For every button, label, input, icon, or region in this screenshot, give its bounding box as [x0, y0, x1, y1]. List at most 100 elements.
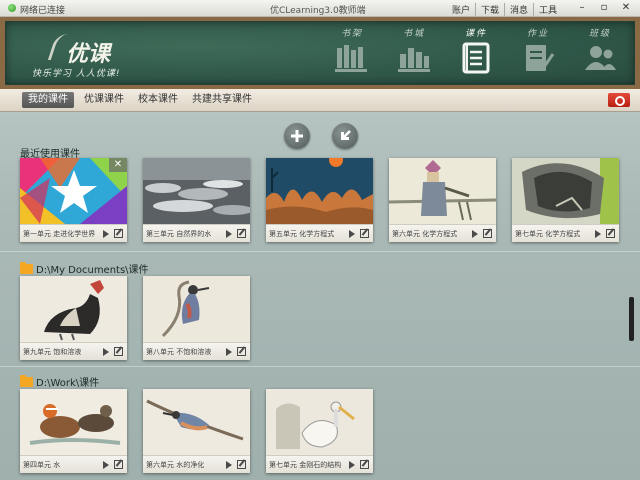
card-footer: 第六单元 化学方程式 — [389, 224, 496, 242]
courseware-card[interactable]: 第五单元 化学方程式 — [266, 158, 373, 242]
nav-label: 书城 — [402, 29, 425, 39]
nav-homework[interactable]: 作业 — [507, 26, 569, 82]
top-menu: 账户 下载 消息 工具 — [447, 3, 562, 16]
courseware-card[interactable]: 第七单元 化学方程式 — [512, 158, 619, 242]
courseware-icon — [462, 42, 490, 74]
nav-label: 作业 — [526, 29, 549, 39]
card-label: 第六单元 水的净化 — [146, 461, 205, 469]
edit-icon[interactable] — [483, 229, 492, 238]
folder-title-my-documents[interactable]: D:\My Documents\课件 — [20, 261, 149, 276]
nav-label: 书架 — [340, 29, 363, 39]
card-thumbnail — [20, 389, 127, 455]
folder-title-work[interactable]: D:\Work\课件 — [20, 374, 99, 389]
network-status-icon — [8, 4, 16, 12]
card-label: 第七单元 金刚石的结构 — [269, 461, 342, 469]
tab-bar: 我的课件 优课课件 校本课件 共建共享课件 — [0, 89, 640, 112]
play-icon[interactable] — [103, 461, 109, 469]
card-footer: 第一单元 走进化学世界 — [20, 224, 127, 242]
menu-tools[interactable]: 工具 — [534, 3, 562, 16]
window-buttons: – ▫ ✕ — [572, 2, 636, 15]
card-thumbnail — [266, 389, 373, 455]
chalkboard: 优课 快乐学习 人人优课! 书架 书城 课件 作业 班级 — [5, 21, 635, 85]
title-bar: 网络已连接 优CLearning3.0教师端 账户 下载 消息 工具 – ▫ ✕ — [0, 0, 640, 17]
edit-icon[interactable] — [237, 347, 246, 356]
play-icon[interactable] — [103, 230, 109, 238]
tab-my-courseware[interactable]: 我的课件 — [22, 92, 74, 108]
folder-path: D:\My Documents\课件 — [36, 265, 149, 276]
card-footer: 第七单元 化学方程式 — [512, 224, 619, 242]
folder-icon — [20, 375, 33, 387]
card-thumbnail — [143, 276, 250, 342]
courseware-card[interactable]: ✕ 第一单元 走进化学世界 — [20, 158, 127, 242]
nav-bookstore[interactable]: 书城 — [383, 26, 445, 82]
edit-icon[interactable] — [237, 229, 246, 238]
play-icon[interactable] — [226, 461, 232, 469]
courseware-card[interactable]: 第四单元 水 — [20, 389, 127, 473]
main-nav: 书架 书城 课件 作业 班级 — [321, 26, 631, 82]
nav-bookshelf[interactable]: 书架 — [321, 26, 383, 82]
edit-icon[interactable] — [237, 460, 246, 469]
import-arrow-icon — [341, 130, 351, 140]
homework-icon — [526, 45, 555, 71]
menu-messages[interactable]: 消息 — [505, 3, 535, 16]
play-icon[interactable] — [103, 348, 109, 356]
play-icon[interactable] — [472, 230, 478, 238]
class-icon — [585, 46, 616, 70]
edit-icon[interactable] — [114, 347, 123, 356]
section-divider — [0, 251, 640, 252]
edit-icon[interactable] — [114, 229, 123, 238]
courseware-card[interactable]: 第七单元 金刚石的结构 — [266, 389, 373, 473]
bookstore-icon — [398, 48, 430, 72]
edit-icon[interactable] — [606, 229, 615, 238]
nav-class[interactable]: 班级 — [569, 26, 631, 82]
courseware-card[interactable]: 第八单元 不饱和溶液 — [143, 276, 250, 360]
play-icon[interactable] — [226, 230, 232, 238]
card-thumbnail — [20, 276, 127, 342]
tab-youke-courseware[interactable]: 优课课件 — [78, 92, 130, 108]
card-label: 第三单元 自然界的水 — [146, 230, 212, 238]
tab-shared-courseware[interactable]: 共建共享课件 — [186, 92, 258, 108]
folder-icon — [20, 262, 33, 274]
card-footer: 第六单元 水的净化 — [143, 455, 250, 473]
card-footer: 第五单元 化学方程式 — [266, 224, 373, 242]
play-icon[interactable] — [349, 230, 355, 238]
card-thumbnail — [266, 158, 373, 224]
card-thumbnail — [389, 158, 496, 224]
logo: 优课 — [66, 41, 111, 67]
network-status: 网络已连接 — [20, 6, 66, 16]
courseware-card[interactable]: 第三单元 自然界的水 — [143, 158, 250, 242]
card-thumbnail — [143, 158, 250, 224]
section-divider — [0, 366, 640, 367]
play-icon[interactable] — [349, 461, 355, 469]
card-label: 第八单元 不饱和溶液 — [146, 348, 212, 356]
scrollbar-thumb[interactable] — [629, 297, 634, 341]
menu-download[interactable]: 下载 — [476, 3, 506, 16]
bookshelf-icon — [335, 45, 367, 72]
card-label: 第五单元 化学方程式 — [269, 230, 335, 238]
edit-icon[interactable] — [360, 229, 369, 238]
nav-label: 班级 — [588, 29, 611, 39]
card-footer: 第九单元 饱和溶液 — [20, 342, 127, 360]
app-title: 优CLearning3.0教师端 — [270, 6, 366, 16]
edit-icon[interactable] — [114, 460, 123, 469]
card-label: 第九单元 饱和溶液 — [23, 348, 82, 356]
courseware-card[interactable]: 第六单元 化学方程式 — [389, 158, 496, 242]
restore-icon[interactable]: ▫ — [594, 2, 614, 15]
edit-icon[interactable] — [360, 460, 369, 469]
card-footer: 第四单元 水 — [20, 455, 127, 473]
nav-label: 课件 — [464, 29, 487, 39]
close-icon[interactable]: ✕ — [616, 2, 636, 15]
import-courseware-button[interactable] — [332, 123, 358, 149]
nav-courseware[interactable]: 课件 — [445, 26, 507, 82]
courseware-card[interactable]: 第六单元 水的净化 — [143, 389, 250, 473]
settings-button[interactable] — [608, 93, 630, 107]
courseware-card[interactable]: 第九单元 饱和溶液 — [20, 276, 127, 360]
remove-recent-icon[interactable]: ✕ — [109, 158, 127, 172]
minimize-icon[interactable]: – — [572, 2, 592, 15]
tab-school-courseware[interactable]: 校本课件 — [132, 92, 184, 108]
card-thumbnail — [512, 158, 619, 224]
play-icon[interactable] — [226, 348, 232, 356]
play-icon[interactable] — [595, 230, 601, 238]
menu-account[interactable]: 账户 — [447, 3, 477, 16]
add-courseware-button[interactable] — [284, 123, 310, 149]
